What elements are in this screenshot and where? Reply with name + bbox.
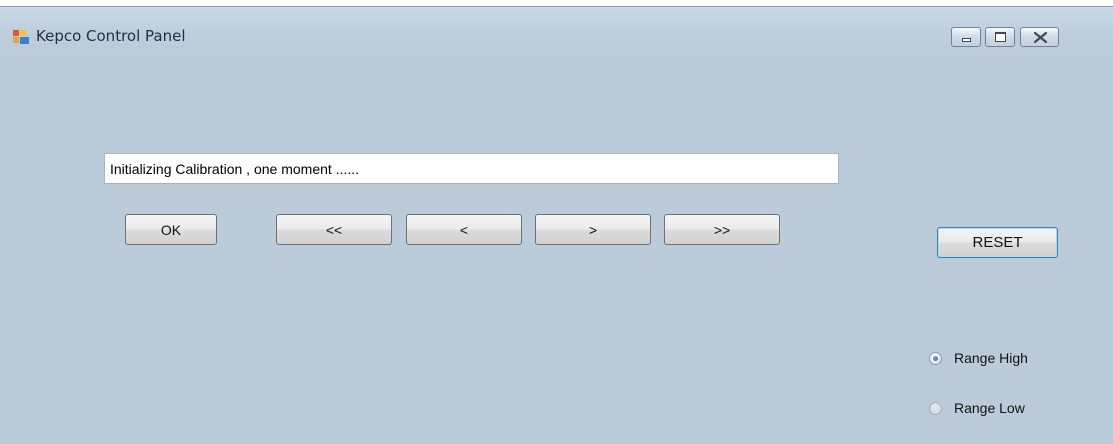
range-low-option[interactable]: Range Low bbox=[929, 398, 1025, 418]
status-text: Initializing Calibration , one moment ..… bbox=[110, 161, 360, 177]
minimize-icon bbox=[962, 38, 971, 42]
window-title: Kepco Control Panel bbox=[36, 27, 186, 45]
next-button[interactable]: > bbox=[535, 214, 651, 245]
maximize-button[interactable] bbox=[985, 27, 1015, 47]
status-textbox[interactable]: Initializing Calibration , one moment ..… bbox=[104, 153, 839, 184]
ok-button[interactable]: OK bbox=[125, 214, 217, 245]
close-icon bbox=[1034, 32, 1047, 43]
maximize-icon bbox=[995, 32, 1006, 42]
range-high-label: Range High bbox=[954, 350, 1028, 366]
app-window-icon bbox=[13, 30, 29, 44]
range-high-radio[interactable] bbox=[929, 351, 942, 365]
first-button[interactable]: << bbox=[276, 214, 392, 245]
minimize-button[interactable] bbox=[951, 27, 981, 47]
close-button[interactable] bbox=[1020, 27, 1059, 47]
range-high-option[interactable]: Range High bbox=[929, 348, 1028, 368]
previous-button[interactable]: < bbox=[406, 214, 522, 245]
title-bar[interactable]: Kepco Control Panel bbox=[0, 7, 1113, 55]
kepco-control-panel-window: Kepco Control Panel Initializing Calibra… bbox=[0, 6, 1113, 444]
range-low-label: Range Low bbox=[954, 400, 1025, 416]
last-button[interactable]: >> bbox=[664, 214, 780, 245]
range-low-radio[interactable] bbox=[929, 401, 942, 415]
reset-button[interactable]: RESET bbox=[937, 227, 1058, 258]
